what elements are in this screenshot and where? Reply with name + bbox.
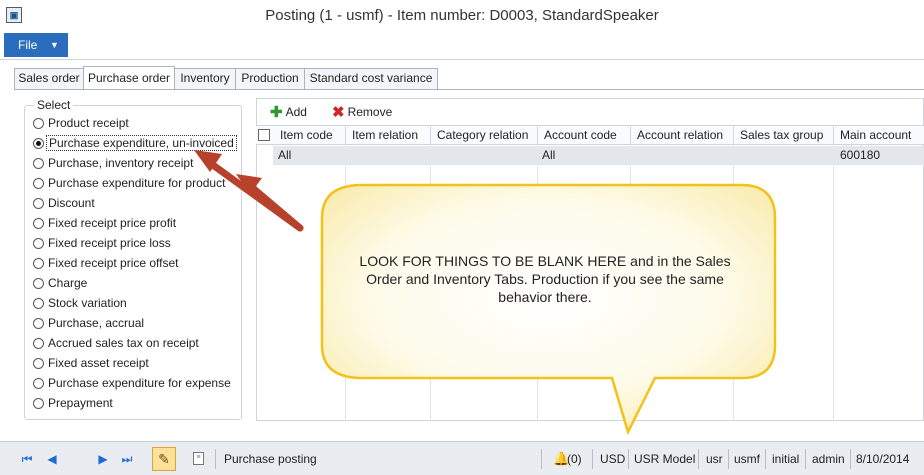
divider (805, 449, 806, 469)
divider (592, 449, 593, 469)
last-record-icon[interactable]: ⏭ (120, 452, 134, 466)
next-record-icon[interactable]: ▶ (96, 452, 110, 466)
divider (628, 449, 629, 469)
divider (850, 449, 851, 469)
document-icon[interactable]: ≡ (193, 452, 204, 465)
annotation-overlay (194, 150, 777, 436)
date-indicator[interactable]: 8/10/2014 (856, 452, 909, 466)
divider (765, 449, 766, 469)
divider (728, 449, 729, 469)
divider (215, 449, 216, 469)
model-indicator[interactable]: USR Model (634, 452, 695, 466)
currency-indicator[interactable]: USD (600, 452, 625, 466)
posting-label: Purchase posting (224, 452, 317, 466)
company-indicator[interactable]: usmf (734, 452, 760, 466)
red-arrow-icon (194, 150, 304, 232)
partition-indicator[interactable]: initial (772, 452, 799, 466)
callout-text: LOOK FOR THINGS TO BE BLANK HERE and in … (359, 253, 731, 305)
edit-pencil-icon[interactable]: ✎ (152, 447, 176, 471)
first-record-icon[interactable]: ⏮ (20, 452, 34, 466)
divider (698, 449, 699, 469)
callout-bubble (320, 183, 777, 436)
status-bar: ⏮ ◀ ▶ ⏭ ✎ ≡ Purchase posting 🔔 (0) USD U… (0, 441, 924, 475)
divider (541, 449, 542, 469)
notification-count[interactable]: (0) (567, 452, 582, 466)
user-indicator[interactable]: admin (812, 452, 845, 466)
user-code-indicator[interactable]: usr (706, 452, 723, 466)
previous-record-icon[interactable]: ◀ (45, 452, 59, 466)
